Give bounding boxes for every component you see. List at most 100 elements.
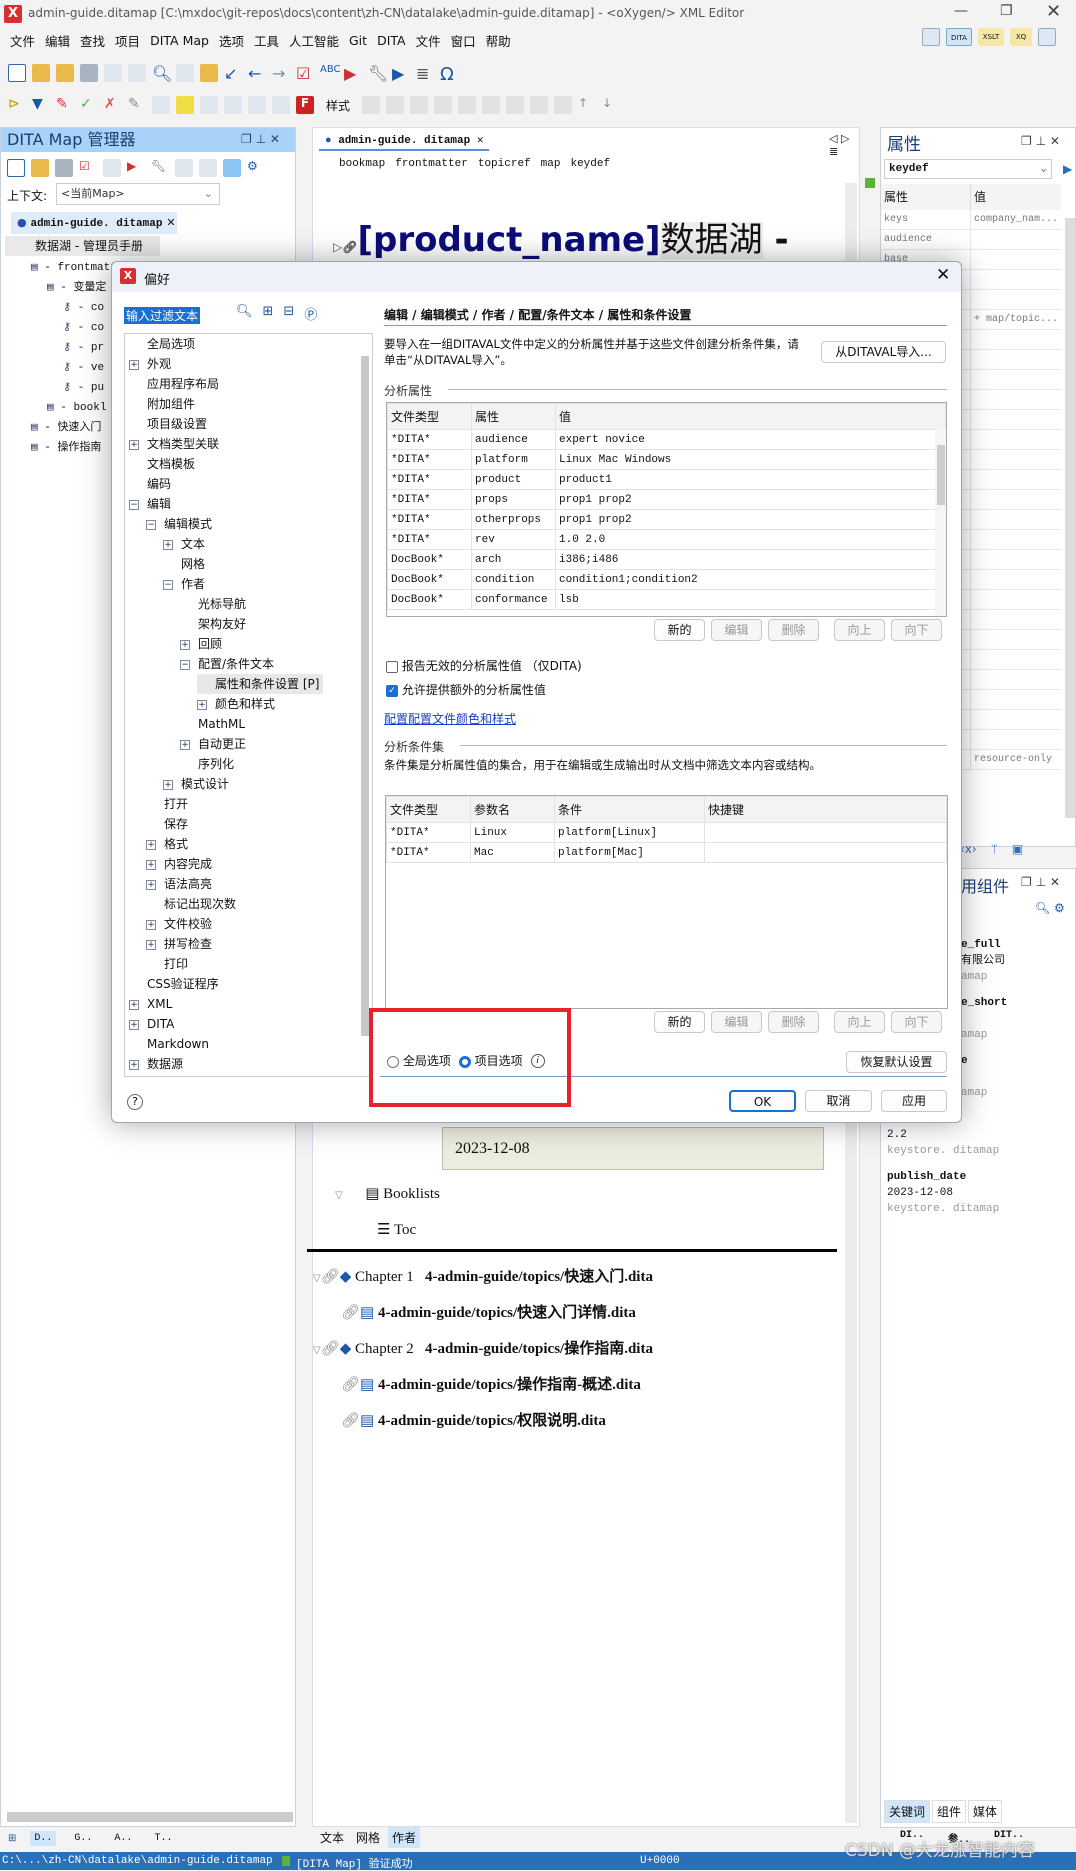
component-tab[interactable]: 组件 [932, 1800, 967, 1823]
preferences-tree-item[interactable]: + 文件校验 [146, 914, 212, 934]
menu-item[interactable]: 人工智能 [287, 31, 347, 50]
profiling-icon[interactable]: ⊳ [8, 96, 26, 114]
preferences-tree-item[interactable]: + 颜色和样式 [197, 694, 275, 714]
component-tab[interactable]: 关键词 [884, 1800, 931, 1823]
settings-icon[interactable]: ⚙ [247, 159, 265, 177]
expand-icon[interactable]: + [146, 919, 156, 930]
expand-icon[interactable]: + [163, 539, 173, 550]
edit-button[interactable]: 编辑 [711, 619, 762, 641]
preferences-tree-item[interactable]: + 模式设计 [163, 774, 229, 794]
table-row[interactable]: *DITA* Mac platform[Mac] [386, 842, 947, 863]
project-options-icon[interactable]: Ⓟ [304, 304, 317, 323]
collapse-all-icon[interactable]: ⊟ [283, 304, 294, 323]
menu-item[interactable]: 查找 [78, 31, 113, 50]
table-row[interactable]: *DITA* platform Linux Mac Windows [387, 449, 946, 470]
preferences-tree-item[interactable]: 保存 [146, 814, 188, 834]
open-find-icon[interactable] [200, 64, 218, 82]
restore-defaults-button[interactable]: 恢复默认设置 [846, 1051, 947, 1073]
preferences-tree-item[interactable]: + 内容完成 [146, 854, 212, 874]
report-invalid-checkbox[interactable]: 报告无效的分析属性值 （仅DITA) [386, 657, 582, 674]
validate-map-icon[interactable]: ☑ [79, 159, 97, 177]
menu-item[interactable]: 工具 [252, 31, 287, 50]
go-to-last-edit-icon[interactable]: ↙ [224, 64, 242, 83]
branch-icon[interactable]: ᛘ [991, 842, 998, 856]
expand-icon[interactable]: + [129, 1059, 139, 1070]
map-tree-item[interactable]: ⚷ - ve [63, 358, 104, 378]
menu-item[interactable]: 文件 [414, 31, 449, 50]
panel-window-controls[interactable]: ❐ ⊥ ✕ [1021, 134, 1060, 148]
expand-icon[interactable]: + [146, 859, 156, 870]
preferences-tree-item[interactable]: + 回顾 [180, 634, 222, 654]
delete-button[interactable]: 删除 [768, 1011, 819, 1033]
outline-view-icon[interactable]: ⊞ [8, 1833, 16, 1844]
table-row[interactable]: *DITA* Linux platform[Linux] [386, 822, 947, 843]
breadcrumb-item[interactable]: frontmatter [395, 158, 468, 170]
styles-dropdown[interactable]: 样式 [320, 97, 356, 114]
ok-button[interactable]: OK [729, 1090, 796, 1112]
topicref-item[interactable]: 🔗︎▤ 4-admin-guide/topics/操作指南-概述.dita [341, 1373, 641, 1394]
map-tree-item[interactable]: ▤ - 操作指南 [31, 438, 101, 458]
add-comment-icon[interactable] [200, 96, 218, 114]
expand-icon[interactable]: + [129, 359, 139, 370]
preferences-tree-item[interactable]: 架构友好 [180, 614, 246, 634]
left-view-tab[interactable]: D.. [30, 1830, 57, 1846]
editor-tab[interactable]: ● admin-guide. ditamap ✕ [319, 131, 490, 151]
spell-check-icon[interactable]: ABC [320, 64, 341, 82]
attributes-scrollbar[interactable] [1065, 218, 1075, 818]
map-tree-item[interactable]: ▤ - bookl [47, 398, 106, 418]
insert-topicref-icon[interactable] [362, 96, 381, 114]
chapter-item[interactable]: ▽🔗︎◆ Chapter 1 4-admin-guide/topics/快速入门… [313, 1265, 653, 1286]
preferences-tree-item[interactable]: + 外观 [129, 354, 171, 374]
insert-column-icon[interactable] [506, 96, 525, 114]
reload-icon[interactable] [128, 64, 146, 82]
preferences-tree-item[interactable]: 编码 [129, 474, 171, 494]
move-down-button[interactable]: 向下 [891, 1011, 942, 1033]
map-root[interactable]: 数据湖 - 管理员手册 [5, 236, 160, 256]
editor-tab-nav[interactable]: ◁ ▷ ≣ [829, 132, 859, 158]
search-icon[interactable]: 🔍︎ ⚙ [1035, 901, 1065, 915]
insert-keyref-icon[interactable] [410, 96, 429, 114]
preferences-tree-item[interactable]: + 拼写检查 [146, 934, 212, 954]
editor-mode-tab[interactable]: 网格 [352, 1827, 384, 1848]
preferences-tree-item[interactable]: 打开 [146, 794, 188, 814]
open-folder-icon[interactable] [32, 64, 50, 82]
help-button[interactable]: ? [127, 1094, 143, 1110]
topicref-item[interactable]: 🔗︎▤ 4-admin-guide/topics/权限说明.dita [341, 1409, 606, 1430]
column-header[interactable]: 参数名 [470, 796, 555, 823]
expand-icon[interactable]: + [180, 739, 190, 750]
preferences-tree-item[interactable]: − 配置/条件文本 [180, 654, 274, 674]
insert-symbol-icon[interactable]: Ω [440, 64, 458, 85]
menu-item[interactable]: 帮助 [484, 31, 519, 50]
editor-perspective-icon[interactable] [922, 28, 940, 46]
topicref-item[interactable]: 🔗︎▤ 4-admin-guide/topics/快速入门详情.dita [341, 1301, 636, 1322]
xslt-perspective-icon[interactable]: XSLT [978, 28, 1004, 46]
preferences-tree-item[interactable]: MathML [180, 714, 245, 734]
preferences-tree-item[interactable]: 全局选项 [129, 334, 195, 354]
table-row[interactable]: DocBook* arch i386;i486 [387, 549, 946, 570]
preferences-tree-item[interactable]: 附加组件 [129, 394, 195, 414]
preferences-tree-item[interactable]: 项目级设置 [129, 414, 207, 434]
save-all-icon[interactable] [104, 64, 122, 82]
toc-node[interactable]: ☰ Toc [377, 1220, 416, 1239]
save-map-icon[interactable] [55, 159, 73, 177]
search-icon[interactable]: 🔍︎ [236, 304, 253, 323]
panel-window-controls[interactable]: ❐ ⊥ ✕ [1021, 875, 1060, 889]
map-tree-item[interactable]: ▤ - 快速入门 [31, 418, 101, 438]
colors-styles-link[interactable]: 配置配置文件颜色和样式 [384, 710, 516, 727]
preferences-tree-item[interactable]: 应用程序布局 [129, 374, 219, 394]
table-row[interactable]: DocBook* conformance lsb [387, 589, 946, 610]
apply-transformation-icon[interactable]: ▶ [344, 64, 362, 83]
open-map-in-editor-icon[interactable] [175, 159, 193, 177]
collapse-icon[interactable]: − [146, 519, 156, 530]
highlight-icon[interactable] [176, 96, 194, 114]
apply-button[interactable]: 应用 [881, 1090, 947, 1112]
expand-icon[interactable]: + [129, 999, 139, 1010]
editor-mode-tab[interactable]: 文本 [316, 1827, 348, 1848]
accept-change-icon[interactable]: ✓ [80, 96, 98, 114]
new-button[interactable]: 新的 [654, 619, 705, 641]
collapse-icon[interactable]: − [180, 659, 190, 670]
table-row[interactable]: *DITA* rev 1.0 2.0 [387, 529, 946, 550]
xquery-perspective-icon[interactable]: XQ [1010, 28, 1032, 46]
expand-icon[interactable]: + [163, 779, 173, 790]
remove-comment-icon[interactable] [248, 96, 266, 114]
